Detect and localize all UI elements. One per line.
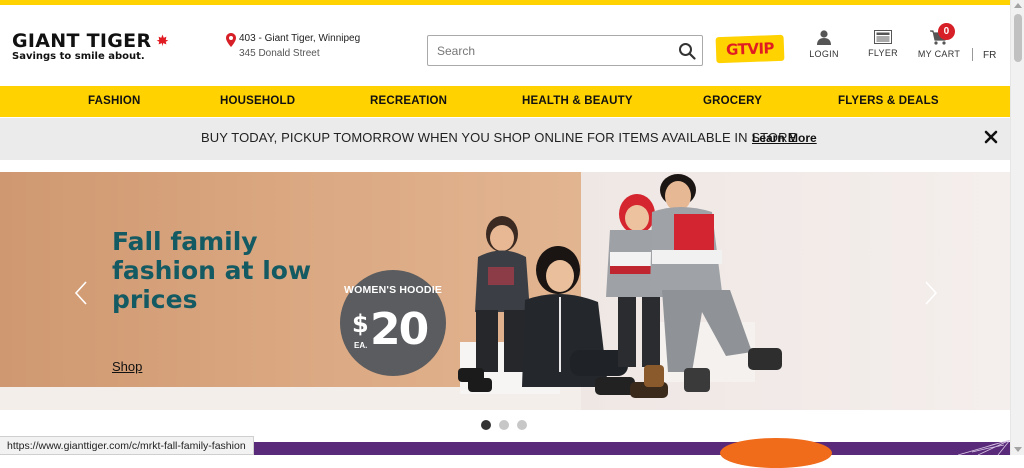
cart-label: MY CART <box>917 49 961 59</box>
family-photo <box>458 174 782 398</box>
search-box <box>427 35 703 66</box>
login-label: LOGIN <box>809 49 839 59</box>
main-navigation: FASHION HOUSEHOLD RECREATION HEALTH & BE… <box>0 86 1010 117</box>
chevron-left-icon[interactable] <box>74 280 88 306</box>
price-badge-label: WOMEN'S HOODIE <box>343 284 443 296</box>
maple-leaf-icon <box>156 34 169 47</box>
store-address: 345 Donald Street <box>239 48 320 59</box>
store-name: 403 - Giant Tiger, Winnipeg <box>239 33 361 44</box>
scroll-up-icon[interactable] <box>1014 3 1022 8</box>
search-icon[interactable] <box>678 42 696 60</box>
nav-item-grocery[interactable]: GROCERY <box>703 95 762 107</box>
price-dollar-sign: $ <box>352 310 369 338</box>
header-divider <box>972 48 973 61</box>
scroll-down-icon[interactable] <box>1014 447 1022 452</box>
page-scrollbar[interactable] <box>1010 0 1024 455</box>
map-pin-icon <box>226 33 236 47</box>
giant-tiger-logo[interactable]: GIANT TIGER Savings to smile about. <box>12 30 169 63</box>
logo-name: GIANT TIGER <box>12 30 152 52</box>
carousel-dot[interactable] <box>517 420 527 430</box>
logo-tagline: Savings to smile about. <box>12 51 145 62</box>
user-icon <box>817 30 831 45</box>
shop-link[interactable]: Shop <box>112 359 142 374</box>
cart-button[interactable]: 0 MY CART <box>915 23 963 59</box>
browser-status-url: https://www.gianttiger.com/c/mrkt-fall-f… <box>0 436 254 455</box>
newspaper-icon <box>874 30 892 44</box>
nav-item-health-beauty[interactable]: HEALTH & BEAUTY <box>522 95 633 107</box>
carousel-dot[interactable] <box>481 420 491 430</box>
language-toggle[interactable]: FR <box>983 50 996 61</box>
hero-title: Fall family fashion at low prices <box>112 227 312 314</box>
spider-web-graphic <box>957 440 1010 455</box>
promo-message: BUY TODAY, PICKUP TOMORROW WHEN YOU SHOP… <box>201 130 797 145</box>
gtvip-button[interactable]: GTVIP <box>715 34 785 64</box>
carousel-pagination <box>481 417 535 430</box>
login-button[interactable]: LOGIN <box>800 30 848 59</box>
chevron-right-icon[interactable] <box>924 280 938 306</box>
pumpkin-graphic <box>720 438 832 468</box>
nav-item-flyers-deals[interactable]: FLYERS & DEALS <box>838 95 939 107</box>
carousel-dot[interactable] <box>499 420 509 430</box>
site-header: GIANT TIGER Savings to smile about. 403 … <box>0 5 1010 85</box>
search-input[interactable] <box>437 42 667 60</box>
price-amount: 20 <box>370 304 429 355</box>
learn-more-link[interactable]: Learn More <box>752 131 817 145</box>
price-unit: EA. <box>354 341 368 350</box>
cart-count-badge: 0 <box>938 23 955 40</box>
nav-item-recreation[interactable]: RECREATION <box>370 95 447 107</box>
store-selector[interactable]: 403 - Giant Tiger, Winnipeg 345 Donald S… <box>226 32 360 61</box>
hero-carousel[interactable]: Fall family fashion at low prices Shop W… <box>0 172 1010 410</box>
close-icon[interactable] <box>984 130 998 144</box>
flyer-label: FLYER <box>868 48 898 58</box>
price-badge: WOMEN'S HOODIE $ EA. 20 <box>340 270 446 376</box>
nav-item-household[interactable]: HOUSEHOLD <box>220 95 295 107</box>
flyer-button[interactable]: FLYER <box>859 30 907 58</box>
promo-banner: BUY TODAY, PICKUP TOMORROW WHEN YOU SHOP… <box>0 118 1010 160</box>
nav-item-fashion[interactable]: FASHION <box>88 95 141 107</box>
scrollbar-thumb[interactable] <box>1014 14 1022 62</box>
